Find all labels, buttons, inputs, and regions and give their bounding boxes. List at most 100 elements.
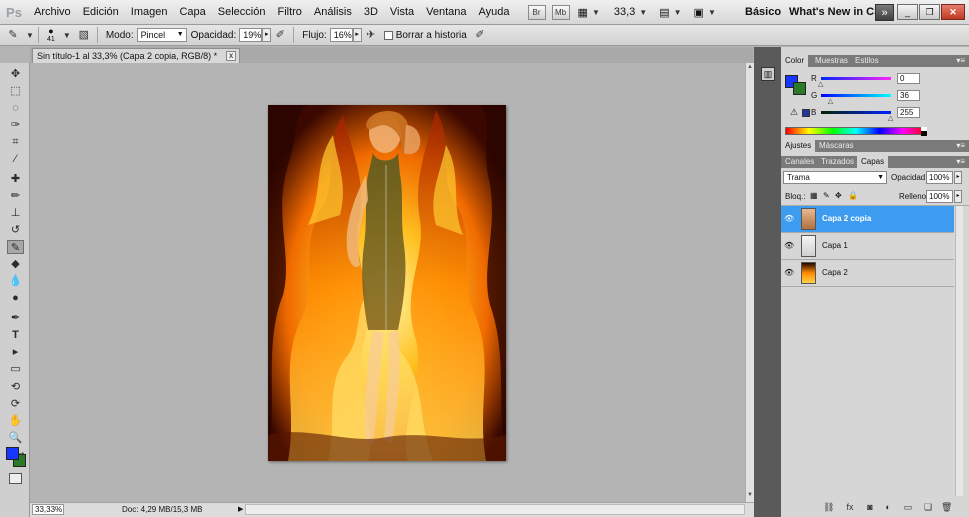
visibility-eye-icon[interactable]: 👁 <box>784 214 794 224</box>
menu-edicion[interactable]: Edición <box>77 0 125 25</box>
workspace-whats-new[interactable]: What's New in CS5 <box>789 0 888 25</box>
tab-trazados[interactable]: Trazados <box>817 156 858 168</box>
b-slider[interactable] <box>821 111 891 114</box>
workspace-basic[interactable]: Básico <box>745 0 781 25</box>
lock-transparency-icon[interactable]: ▦ <box>810 191 818 200</box>
menu-seleccion[interactable]: Selección <box>212 0 272 25</box>
view-extras-dropdown[interactable]: ▦ ▼ <box>578 6 600 19</box>
fill-slider-toggle[interactable]: ▸ <box>954 190 962 203</box>
mini-bridge-button[interactable]: Mb <box>551 4 570 20</box>
opacity-slider-toggle[interactable]: ▸ <box>262 28 272 42</box>
zoom-field[interactable]: 33,33% <box>32 504 64 515</box>
flow-input[interactable]: 16% <box>329 28 353 42</box>
close-window-button[interactable]: ✕ <box>941 4 965 20</box>
g-value-input[interactable]: 36 <box>897 90 920 101</box>
hand-tool-icon[interactable]: ✋ <box>7 414 24 428</box>
3d-rotate-tool-icon[interactable]: ⟲ <box>7 380 24 394</box>
color-spectrum-bar[interactable] <box>785 127 927 135</box>
delete-layer-icon[interactable]: 🗑 <box>941 502 952 512</box>
brush-tool-icon[interactable]: ✏ <box>7 189 24 203</box>
gamut-color-swatch[interactable] <box>802 109 810 117</box>
foreground-color-swatch[interactable] <box>6 447 19 460</box>
eraser-tool-preset-icon[interactable]: ✎ <box>4 27 22 43</box>
paint-bucket-tool-icon[interactable]: ◆ <box>7 257 24 271</box>
menu-ayuda[interactable]: Ayuda <box>473 0 516 25</box>
marquee-tool-icon[interactable]: ⬚ <box>7 84 24 98</box>
tablet-pressure-size-icon[interactable]: ✐ <box>471 27 489 43</box>
menu-archivo[interactable]: Archivo <box>28 0 77 25</box>
panel-menu-icon[interactable]: ▾≡ <box>956 140 965 151</box>
crop-tool-icon[interactable]: ⌗ <box>7 135 24 149</box>
black-swatch[interactable] <box>921 131 927 136</box>
blur-tool-icon[interactable]: 💧 <box>7 274 24 288</box>
dodge-tool-icon[interactable]: ● <box>7 291 24 305</box>
visibility-eye-icon[interactable]: 👁 <box>784 268 794 278</box>
document-image[interactable] <box>268 105 506 461</box>
horizontal-scrollbar[interactable] <box>245 504 745 515</box>
flow-slider-toggle[interactable]: ▸ <box>352 28 362 42</box>
r-slider-thumb[interactable]: △ <box>818 80 823 88</box>
layer-row[interactable]: 👁 Capa 1 <box>781 233 954 260</box>
rectangle-tool-icon[interactable]: ▭ <box>7 362 24 376</box>
lock-pixels-icon[interactable]: ✎ <box>823 191 830 200</box>
arrange-documents-dropdown[interactable]: ▤ ▼ <box>659 6 681 19</box>
r-value-input[interactable]: 0 <box>897 73 920 84</box>
screen-mode-dropdown[interactable]: ▣ ▼ <box>694 6 716 19</box>
quick-selection-tool-icon[interactable]: ✑ <box>7 118 24 132</box>
opacity-input[interactable]: 19% <box>239 28 263 42</box>
new-layer-icon[interactable]: ❏ <box>923 502 933 512</box>
layer-opacity-input[interactable]: 100% <box>926 171 953 184</box>
spot-healing-tool-icon[interactable]: ✚ <box>7 172 24 186</box>
tab-canales[interactable]: Canales <box>781 156 818 168</box>
layer-row[interactable]: 👁 Capa 2 <box>781 260 954 287</box>
document-tab[interactable]: Sin título-1 al 33,3% (Capa 2 copia, RGB… <box>32 48 241 63</box>
mode-select[interactable]: Pincel ▼ <box>136 28 187 42</box>
vertical-scrollbar[interactable]: ▲ ▼ <box>745 63 754 502</box>
lasso-tool-icon[interactable]: ◌ <box>7 101 24 115</box>
history-brush-tool-icon[interactable]: ↺ <box>7 223 24 237</box>
tab-muestras[interactable]: Muestras <box>811 55 852 67</box>
bridge-button[interactable]: Br <box>527 4 546 20</box>
color-panel-background-swatch[interactable] <box>793 82 806 95</box>
history-panel-icon[interactable]: ▥ <box>761 67 775 81</box>
tab-color[interactable]: Color <box>781 55 809 67</box>
brush-preset-picker[interactable]: ● 41 <box>43 26 59 44</box>
restore-button[interactable]: ❐ <box>919 4 940 20</box>
eraser-tool-icon[interactable]: ✎ <box>7 240 24 254</box>
adjustment-layer-icon[interactable]: ◐ <box>883 502 893 512</box>
b-value-input[interactable]: 255 <box>897 107 920 118</box>
menu-ventana[interactable]: Ventana <box>420 0 472 25</box>
3d-orbit-tool-icon[interactable]: ⟳ <box>7 397 24 411</box>
chevron-down-icon[interactable]: ▼ <box>63 31 71 40</box>
menu-analisis[interactable]: Análisis <box>308 0 358 25</box>
clone-stamp-tool-icon[interactable]: ⊥ <box>7 206 24 220</box>
erase-history-checkbox[interactable] <box>383 30 393 40</box>
workspace-more-button[interactable]: » <box>875 4 894 21</box>
menu-capa[interactable]: Capa <box>173 0 211 25</box>
add-mask-icon[interactable]: ◙ <box>865 502 875 512</box>
layer-row[interactable]: 👁 Capa 2 copia <box>781 206 954 233</box>
tab-capas[interactable]: Capas <box>857 156 889 168</box>
blend-mode-select[interactable]: Trama ▼ <box>783 171 887 184</box>
r-slider[interactable] <box>821 77 891 80</box>
status-menu-icon[interactable]: ▶ <box>238 503 243 516</box>
move-tool-icon[interactable]: ✥ <box>7 67 24 81</box>
menu-filtro[interactable]: Filtro <box>271 0 307 25</box>
menu-3d[interactable]: 3D <box>358 0 384 25</box>
tablet-pressure-opacity-icon[interactable]: ✐ <box>271 27 289 43</box>
eyedropper-tool-icon[interactable]: ⁄ <box>7 152 24 166</box>
scroll-down-icon[interactable]: ▼ <box>746 492 754 501</box>
g-slider-thumb[interactable]: △ <box>828 97 833 105</box>
layers-scrollbar[interactable] <box>955 206 963 496</box>
scroll-up-icon[interactable]: ▲ <box>746 64 754 73</box>
out-of-gamut-warning-icon[interactable]: ⚠ <box>790 107 798 118</box>
lock-position-icon[interactable]: ✥ <box>835 191 842 200</box>
close-document-button[interactable]: x <box>226 51 237 61</box>
layer-style-icon[interactable]: fx <box>845 502 855 512</box>
panel-menu-icon[interactable]: ▾≡ <box>956 55 965 66</box>
quick-mask-mode-button[interactable] <box>9 473 22 484</box>
panel-menu-icon[interactable]: ▾≡ <box>956 156 965 167</box>
tab-estilos[interactable]: Estilos <box>851 55 883 67</box>
menu-imagen[interactable]: Imagen <box>125 0 174 25</box>
airbrush-icon[interactable]: ✈ <box>362 27 380 43</box>
